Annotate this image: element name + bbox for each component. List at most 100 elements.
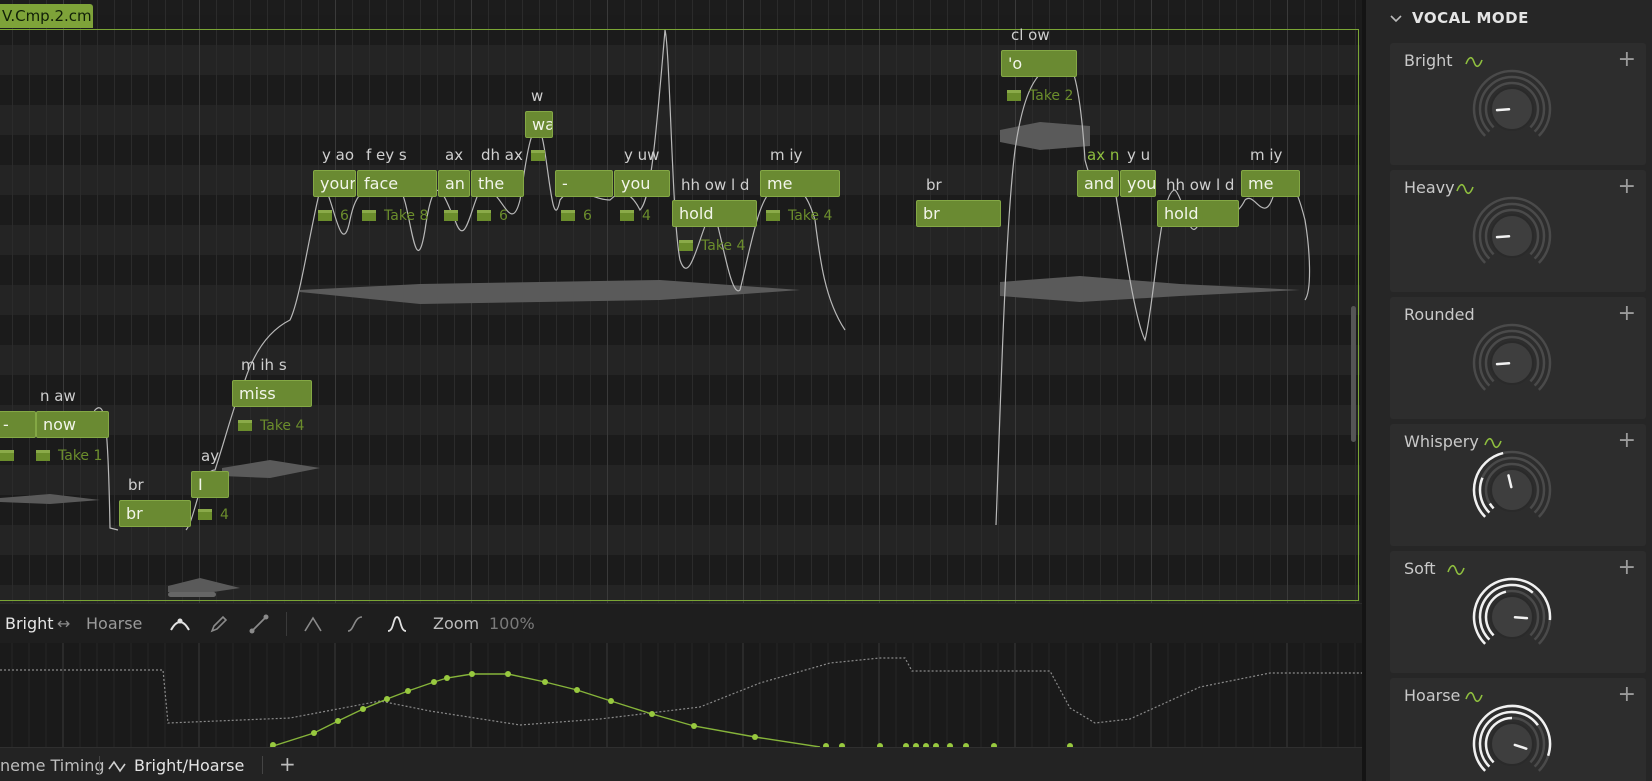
vocal-mode-knob[interactable] <box>1470 575 1554 659</box>
vertical-scrollbar[interactable] <box>1351 306 1356 442</box>
take-indicator[interactable] <box>444 208 466 224</box>
add-automation-button[interactable]: + <box>1618 555 1636 580</box>
automation-wave-icon[interactable] <box>1447 564 1465 576</box>
zoom-label: Zoom <box>433 614 480 633</box>
horizontal-scrollbar[interactable] <box>168 592 216 597</box>
param-right-label[interactable]: Hoarse <box>86 614 142 633</box>
vocal-mode-title: Hoarse <box>1404 686 1461 705</box>
clapper-icon <box>198 509 212 520</box>
note-block[interactable]: I <box>191 471 229 498</box>
take-indicator[interactable]: Take 4 <box>766 208 832 224</box>
phoneme-label: br <box>926 176 942 194</box>
clapper-icon <box>679 240 693 251</box>
take-indicator[interactable]: 6 <box>561 208 592 224</box>
note-block[interactable]: an <box>438 170 470 197</box>
tab-phoneme-timing[interactable]: neme Timing <box>0 756 105 775</box>
vocal-mode-knob[interactable] <box>1470 321 1554 405</box>
take-label: Take 4 <box>701 238 746 254</box>
note-block[interactable]: 'o <box>1001 50 1077 77</box>
chevron-down-icon[interactable] <box>1390 14 1402 24</box>
bell-curve-icon[interactable] <box>386 614 408 634</box>
note-block[interactable]: face <box>357 170 437 197</box>
tab-bright-hoarse[interactable]: Bright/Hoarse <box>134 756 244 775</box>
note-block[interactable]: - <box>555 170 613 197</box>
tab-divider <box>99 756 100 774</box>
vocal-mode-title: Bright <box>1404 51 1453 70</box>
take-indicator[interactable]: Take 2 <box>1007 88 1073 104</box>
take-indicator[interactable]: 6 <box>477 208 508 224</box>
note-block[interactable]: br <box>916 200 1001 227</box>
note-block[interactable]: br <box>119 500 191 527</box>
clapper-icon <box>36 450 50 461</box>
vocal-mode-card: Rounded + <box>1390 297 1646 419</box>
curve-select-icon[interactable] <box>168 614 192 634</box>
vocal-mode-knob[interactable] <box>1470 194 1554 278</box>
add-automation-button[interactable]: + <box>1618 428 1636 453</box>
take-label: 4 <box>220 507 229 523</box>
note-block[interactable]: hold <box>1157 200 1239 227</box>
phoneme-label: w <box>531 87 544 105</box>
peak-curve-icon[interactable] <box>302 614 324 634</box>
note-block[interactable]: me <box>760 170 840 197</box>
clapper-icon <box>561 210 575 221</box>
note-block[interactable]: hold <box>672 200 757 227</box>
automation-points[interactable] <box>270 671 1073 747</box>
vocal-mode-knob[interactable] <box>1470 67 1554 151</box>
vocal-mode-card: Soft + <box>1390 551 1646 673</box>
take-indicator[interactable]: Take 4 <box>679 238 745 254</box>
piano-roll[interactable]: V.Cmp.2.cm - now br I miss your face an … <box>0 0 1362 603</box>
panel-title: VOCAL MODE <box>1412 9 1529 27</box>
note-block[interactable]: me <box>1241 170 1300 197</box>
add-automation-button[interactable]: + <box>1618 301 1636 326</box>
vocal-mode-title: Soft <box>1404 559 1436 578</box>
param-left-label[interactable]: Bright <box>5 614 54 633</box>
pencil-icon[interactable] <box>208 614 230 634</box>
note-block[interactable]: now <box>36 411 109 438</box>
phoneme-label: m ih s <box>241 356 287 374</box>
clapper-icon <box>238 420 252 431</box>
s-curve-icon[interactable] <box>344 614 366 634</box>
take-label: Take 8 <box>384 208 429 224</box>
take-indicator[interactable]: 6 <box>318 208 349 224</box>
take-indicator[interactable]: Take 4 <box>238 418 304 434</box>
add-automation-button[interactable]: + <box>1618 47 1636 72</box>
add-automation-button[interactable]: + <box>1618 174 1636 199</box>
take-indicator[interactable]: Take 8 <box>362 208 428 224</box>
take-label: 6 <box>340 208 349 224</box>
phoneme-label: y u <box>1127 146 1151 164</box>
phoneme-label: ay <box>201 447 220 465</box>
note-block[interactable]: wa <box>525 111 553 138</box>
note-block[interactable]: miss <box>232 380 312 407</box>
zoom-value[interactable]: 100% <box>489 614 535 633</box>
vocal-mode-card: Whispery + <box>1390 424 1646 546</box>
swap-arrow-icon[interactable]: ↔ <box>57 614 70 633</box>
note-block[interactable]: you <box>614 170 670 197</box>
take-indicator[interactable] <box>531 148 553 164</box>
bottom-tab-bar: neme Timing Bright/Hoarse + <box>0 747 1362 781</box>
panel-header[interactable]: VOCAL MODE <box>1366 0 1652 38</box>
note-block[interactable]: you <box>1120 170 1156 197</box>
toolbar-divider <box>286 612 287 636</box>
phoneme-label: ax n <box>1087 146 1120 164</box>
take-indicator[interactable]: 4 <box>620 208 651 224</box>
add-tab-button[interactable]: + <box>279 752 296 776</box>
note-block[interactable]: - <box>0 411 36 438</box>
clapper-icon <box>477 210 491 221</box>
phoneme-label: ax <box>445 146 464 164</box>
tab-divider <box>262 756 263 774</box>
phoneme-label: f ey s <box>366 146 407 164</box>
line-tool-icon[interactable] <box>248 614 270 634</box>
vocal-mode-knob[interactable] <box>1470 448 1554 532</box>
take-indicator[interactable] <box>0 448 22 464</box>
automation-lane[interactable] <box>0 643 1362 747</box>
phoneme-label: m iy <box>770 146 803 164</box>
note-block[interactable]: your <box>313 170 356 197</box>
phoneme-label: cl ow <box>1011 26 1050 44</box>
vocal-mode-panel: VOCAL MODE Bright + Heavy + Rounded + Whispery… <box>1366 0 1652 781</box>
take-indicator[interactable]: 4 <box>198 507 229 523</box>
note-block[interactable]: and <box>1077 170 1119 197</box>
take-indicator[interactable]: Take 1 <box>36 448 102 464</box>
vocal-mode-knob[interactable] <box>1470 702 1554 781</box>
add-automation-button[interactable]: + <box>1618 682 1636 707</box>
note-block[interactable]: the <box>471 170 524 197</box>
